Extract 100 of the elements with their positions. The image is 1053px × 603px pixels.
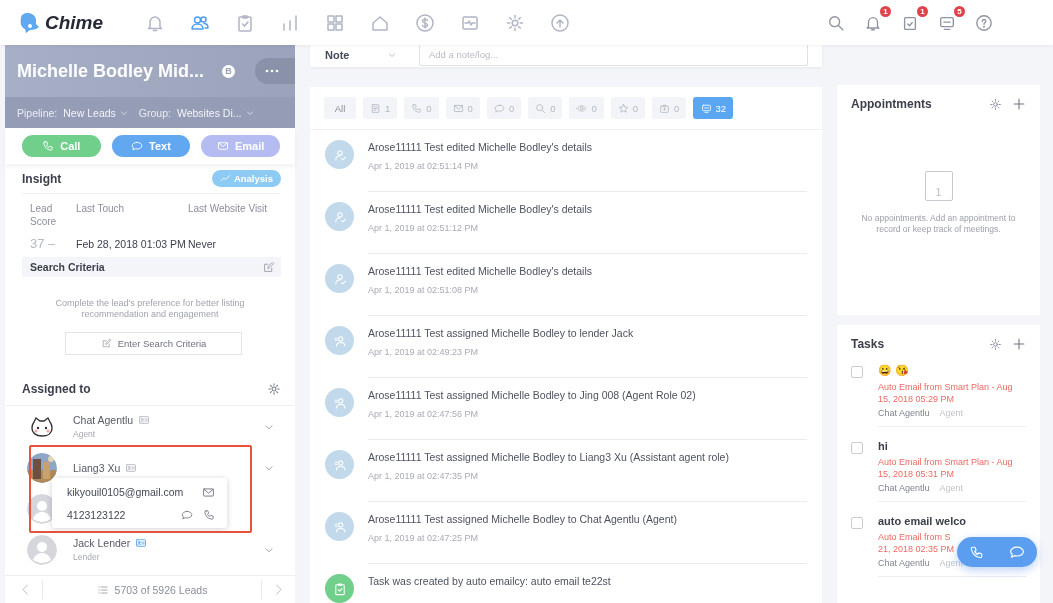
enter-criteria-button[interactable]: Enter Search Criteria	[65, 332, 242, 355]
hint-text: Complete the lead's preference for better listing recommendation and engagement	[54, 298, 246, 320]
activity-time: Apr 1, 2019 at 02:51:12 PM	[368, 223, 480, 233]
activity-text: Arose11111 Test assigned Michelle Bodley to Chat Agentlu (Agent)	[368, 513, 678, 525]
settings-icon[interactable]	[267, 382, 281, 396]
chat-bubble-icon[interactable]	[181, 509, 193, 521]
mail-icon[interactable]	[202, 485, 215, 499]
filter-tab[interactable]: 1	[363, 97, 398, 119]
settings-icon	[505, 12, 525, 33]
task-checkbox[interactable]	[851, 517, 863, 529]
edit-icon[interactable]	[262, 260, 275, 274]
owner-name: Chat Agentlu	[878, 408, 930, 418]
settings-icon[interactable]	[989, 337, 1002, 351]
note-type-dropdown[interactable]: Note	[325, 49, 405, 61]
task-title: auto email welco	[878, 515, 968, 527]
activity-time: Apr 1, 2019 at 02:51:14 PM	[368, 161, 480, 171]
pipeline-dropdown[interactable]: New Leads	[63, 106, 129, 119]
metric-label: Last Website Visit	[188, 202, 269, 216]
call-button[interactable]	[969, 544, 985, 560]
app-logo-text: Chime	[45, 11, 104, 34]
activity-text: Arose11111 Test edited Michelle Bodley's details	[368, 203, 593, 215]
search-icon	[827, 13, 845, 32]
phone-icon[interactable]	[203, 509, 215, 521]
id-card-icon	[125, 461, 138, 474]
mail-icon	[217, 140, 229, 152]
task-title: 😀 😘	[878, 364, 911, 377]
phone-icon	[969, 544, 985, 560]
assignee-role: Lender	[73, 552, 101, 562]
filter-tab[interactable]: 32	[693, 97, 734, 119]
task-checkbox[interactable]	[851, 366, 863, 378]
note-input[interactable]: Add a note/log...	[419, 44, 808, 66]
add-icon[interactable]	[1012, 337, 1026, 351]
due-text: 15, 2018 05:29 PM	[878, 393, 955, 405]
assignee-name: Chat Agentlu	[73, 414, 134, 426]
chat-icon	[493, 102, 505, 114]
search-icon	[535, 102, 547, 114]
add-icon[interactable]	[1012, 97, 1026, 111]
owner-role: Agent	[939, 558, 964, 568]
avatar-placeholder	[27, 534, 57, 565]
activity-text: Arose11111 Test assigned Michelle Bodley to Jing 008 (Agent Role 02)	[368, 389, 697, 401]
message-button[interactable]	[1008, 544, 1025, 560]
section-title: Search Criteria	[30, 261, 105, 273]
activity-text: Task was created by auto emailcy: auto email te22st	[368, 575, 612, 587]
settings-icon[interactable]	[989, 97, 1002, 111]
dollar-icon	[415, 12, 435, 33]
grid-icon	[325, 12, 345, 33]
analysis-button[interactable]: Analysis	[211, 170, 281, 187]
call-button[interactable]: Call	[22, 135, 101, 157]
chevron-down-icon	[387, 50, 397, 60]
due-text: 15, 2018 05:31 PM	[878, 468, 955, 480]
group-dropdown[interactable]: Websites Di...	[176, 106, 255, 119]
metric-label: Last Touch	[76, 202, 126, 216]
empty-text: No appointments. Add an appointment to record or keep track of meetings.	[860, 213, 1017, 235]
monitor-icon	[700, 102, 712, 114]
note-icon	[370, 102, 381, 114]
bar-chart-icon	[280, 12, 300, 33]
edit-icon	[100, 338, 112, 349]
mail-icon	[452, 102, 464, 114]
filter-tab[interactable]: All	[324, 97, 356, 119]
more-icon	[265, 69, 279, 73]
activity-time: Apr 1, 2019 at 02:51:08 PM	[368, 285, 480, 295]
user-icon	[332, 209, 347, 224]
users-icon	[332, 395, 347, 410]
metric-label: Lead Score	[30, 202, 58, 229]
email-text: kikyouil0105@gmail.com	[67, 486, 184, 498]
activity-text: Arose11111 Test edited Michelle Bodley's details	[368, 265, 593, 277]
eye-icon	[576, 102, 588, 114]
previous-button[interactable]	[19, 580, 43, 599]
phone-text: 4123123122	[67, 509, 126, 521]
clipboard-icon	[235, 12, 255, 33]
users-icon	[332, 457, 347, 472]
assignee-name: Liang3 Xu	[73, 461, 121, 474]
pipeline-label: Pipeline:	[17, 106, 58, 119]
assignee-name: Jack Lender	[73, 537, 131, 549]
activity-text: Arose11111 Test assigned Michelle Bodley to lender Jack	[368, 327, 635, 339]
chat-bubble-icon	[131, 140, 144, 152]
trend-icon	[219, 173, 231, 184]
user-icon	[332, 147, 347, 162]
next-button[interactable]	[261, 580, 285, 599]
metric-value: Feb 28, 2018 01:03 PM	[76, 237, 187, 252]
count-badge: 1	[917, 5, 928, 17]
owner-role: Agent	[939, 408, 964, 418]
metric-value: Never	[188, 237, 217, 252]
chat-bubble-icon	[1008, 544, 1025, 560]
user-icon	[332, 271, 347, 286]
star-icon	[617, 102, 629, 114]
briefcase-icon	[659, 102, 671, 114]
email-button[interactable]: Email	[201, 135, 280, 157]
task-checkbox[interactable]	[851, 442, 863, 454]
assignee-role: Agent	[73, 429, 97, 439]
task-title: hi	[878, 440, 889, 452]
activity-text: Arose11111 Test assigned Michelle Bodley to Liang3 Xu (Assistant agent role)	[368, 451, 730, 463]
due-text: Auto Email from Smart Plan - Aug	[878, 456, 1013, 468]
section-title: Assigned to	[22, 382, 91, 396]
more-button[interactable]	[255, 58, 295, 84]
text-button[interactable]: Text	[111, 135, 191, 157]
calendar-icon: 1	[924, 171, 953, 201]
users-icon	[332, 519, 347, 534]
owner-name: Chat Agentlu	[878, 483, 930, 493]
id-card-icon	[138, 414, 151, 426]
